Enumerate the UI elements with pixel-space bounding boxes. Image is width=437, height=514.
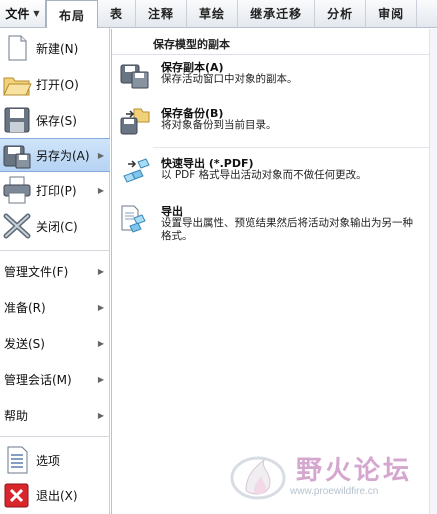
watermark-brand: 野火论坛: [296, 456, 413, 486]
save-backup-icon: [120, 106, 150, 136]
chevron-right-icon: ▶: [97, 338, 104, 348]
menu-close[interactable]: 关闭(C): [0, 208, 110, 244]
export-icon: [120, 204, 150, 234]
tab-layout[interactable]: 布局: [46, 0, 99, 29]
menu-manage-session[interactable]: 管理会话(M) ▶: [0, 362, 110, 396]
exit-icon: [2, 480, 32, 510]
menu-help[interactable]: 帮助 ▶: [0, 398, 110, 432]
chevron-right-icon: ▶: [97, 185, 104, 195]
ribbon-tab-bar: 文件 ▼ 布局 表 注释 草绘 继承迁移 分析 审阅: [0, 0, 437, 29]
tab-annotate[interactable]: 注释: [136, 0, 188, 27]
chevron-down-icon: ▼: [33, 9, 40, 18]
menu-options[interactable]: 选项: [0, 442, 110, 478]
chevron-right-icon: ▶: [97, 374, 104, 384]
menu-prepare-label: 准备(R): [4, 300, 46, 315]
tab-legacy-migration[interactable]: 继承迁移: [238, 0, 316, 27]
menu-options-label: 选项: [36, 453, 61, 468]
options-list-icon: [2, 445, 32, 475]
tab-analysis[interactable]: 分析: [315, 0, 367, 27]
quick-export-item[interactable]: 快速导出 (*.PDF) 以 PDF 格式导出活动对象而不做任何更改。: [112, 153, 430, 199]
file-menu-tab[interactable]: 文件 ▼: [0, 0, 46, 27]
export-desc: 设置导出属性、预览结果然后将活动对象输出为另一种格式。: [161, 217, 413, 242]
menu-print-label: 打印(P): [36, 183, 77, 198]
menu-exit[interactable]: 退出(X): [0, 478, 110, 512]
menu-new-label: 新建(N): [36, 41, 79, 56]
menu-save-label: 保存(S): [36, 113, 77, 128]
menu-manage-file[interactable]: 管理文件(F) ▶: [0, 254, 110, 288]
tab-review[interactable]: 审阅: [366, 0, 418, 27]
menu-help-label: 帮助: [4, 408, 29, 423]
menu-exit-label: 退出(X): [36, 488, 78, 503]
save-copy-icon: [120, 60, 150, 90]
menu-save-as[interactable]: 另存为(A) ▶: [0, 138, 110, 172]
submenu-divider: [153, 147, 430, 148]
quick-export-desc: 以 PDF 格式导出活动对象而不做任何更改。: [161, 169, 367, 181]
tab-sketch[interactable]: 草绘: [187, 0, 239, 27]
close-x-icon: [2, 211, 32, 241]
tab-table[interactable]: 表: [98, 0, 137, 27]
vertical-scrollbar[interactable]: [429, 29, 437, 514]
export-item[interactable]: 导出 设置导出属性、预览结果然后将活动对象输出为另一种格式。: [112, 201, 430, 261]
printer-icon: [2, 175, 32, 205]
menu-manage-file-label: 管理文件(F): [4, 264, 69, 279]
open-folder-icon: [2, 69, 32, 99]
chevron-right-icon: ▶: [97, 266, 104, 276]
menu-print[interactable]: 打印(P) ▶: [0, 172, 110, 208]
menu-save-as-label: 另存为(A): [36, 148, 90, 163]
menu-save[interactable]: 保存(S): [0, 102, 110, 138]
menu-send[interactable]: 发送(S) ▶: [0, 326, 110, 360]
file-menu-left-pane: 新建(N) 打开(O) 保存(S) 另存为(A) ▶ 打印(P) ▶ 关闭(C): [0, 28, 110, 514]
save-as-icon: [2, 140, 32, 170]
menu-open-label: 打开(O): [36, 77, 79, 92]
file-tab-label: 文件: [5, 7, 30, 21]
menu-close-label: 关闭(C): [36, 219, 78, 234]
menu-send-label: 发送(S): [4, 336, 45, 351]
menu-new[interactable]: 新建(N): [0, 30, 110, 66]
save-as-submenu: 保存模型的副本 保存副本(A) 保存活动窗口中对象的副本。 保存备份(B) 将对…: [111, 29, 430, 514]
save-backup-desc: 将对象备份到当前目录。: [161, 119, 277, 131]
menu-prepare[interactable]: 准备(R) ▶: [0, 290, 110, 324]
chevron-right-icon: ▶: [97, 150, 104, 160]
forum-logo-icon: [228, 450, 288, 502]
save-copy-desc: 保存活动窗口中对象的副本。: [161, 73, 298, 85]
watermark-url: www.proewildfire.cn: [290, 486, 379, 497]
save-disk-icon: [2, 105, 32, 135]
new-document-icon: [2, 33, 32, 63]
chevron-right-icon: ▶: [97, 302, 104, 312]
menu-divider: [0, 436, 110, 437]
save-backup-item[interactable]: 保存备份(B) 将对象备份到当前目录。: [112, 103, 430, 151]
menu-manage-session-label: 管理会话(M): [4, 372, 72, 387]
menu-open[interactable]: 打开(O): [0, 66, 110, 102]
submenu-header: 保存模型的副本: [112, 29, 430, 55]
chevron-right-icon: ▶: [97, 410, 104, 420]
menu-divider: [0, 250, 110, 251]
forum-watermark: 野火论坛 www.proewildfire.cn: [228, 448, 428, 508]
quick-export-icon: [120, 156, 150, 186]
